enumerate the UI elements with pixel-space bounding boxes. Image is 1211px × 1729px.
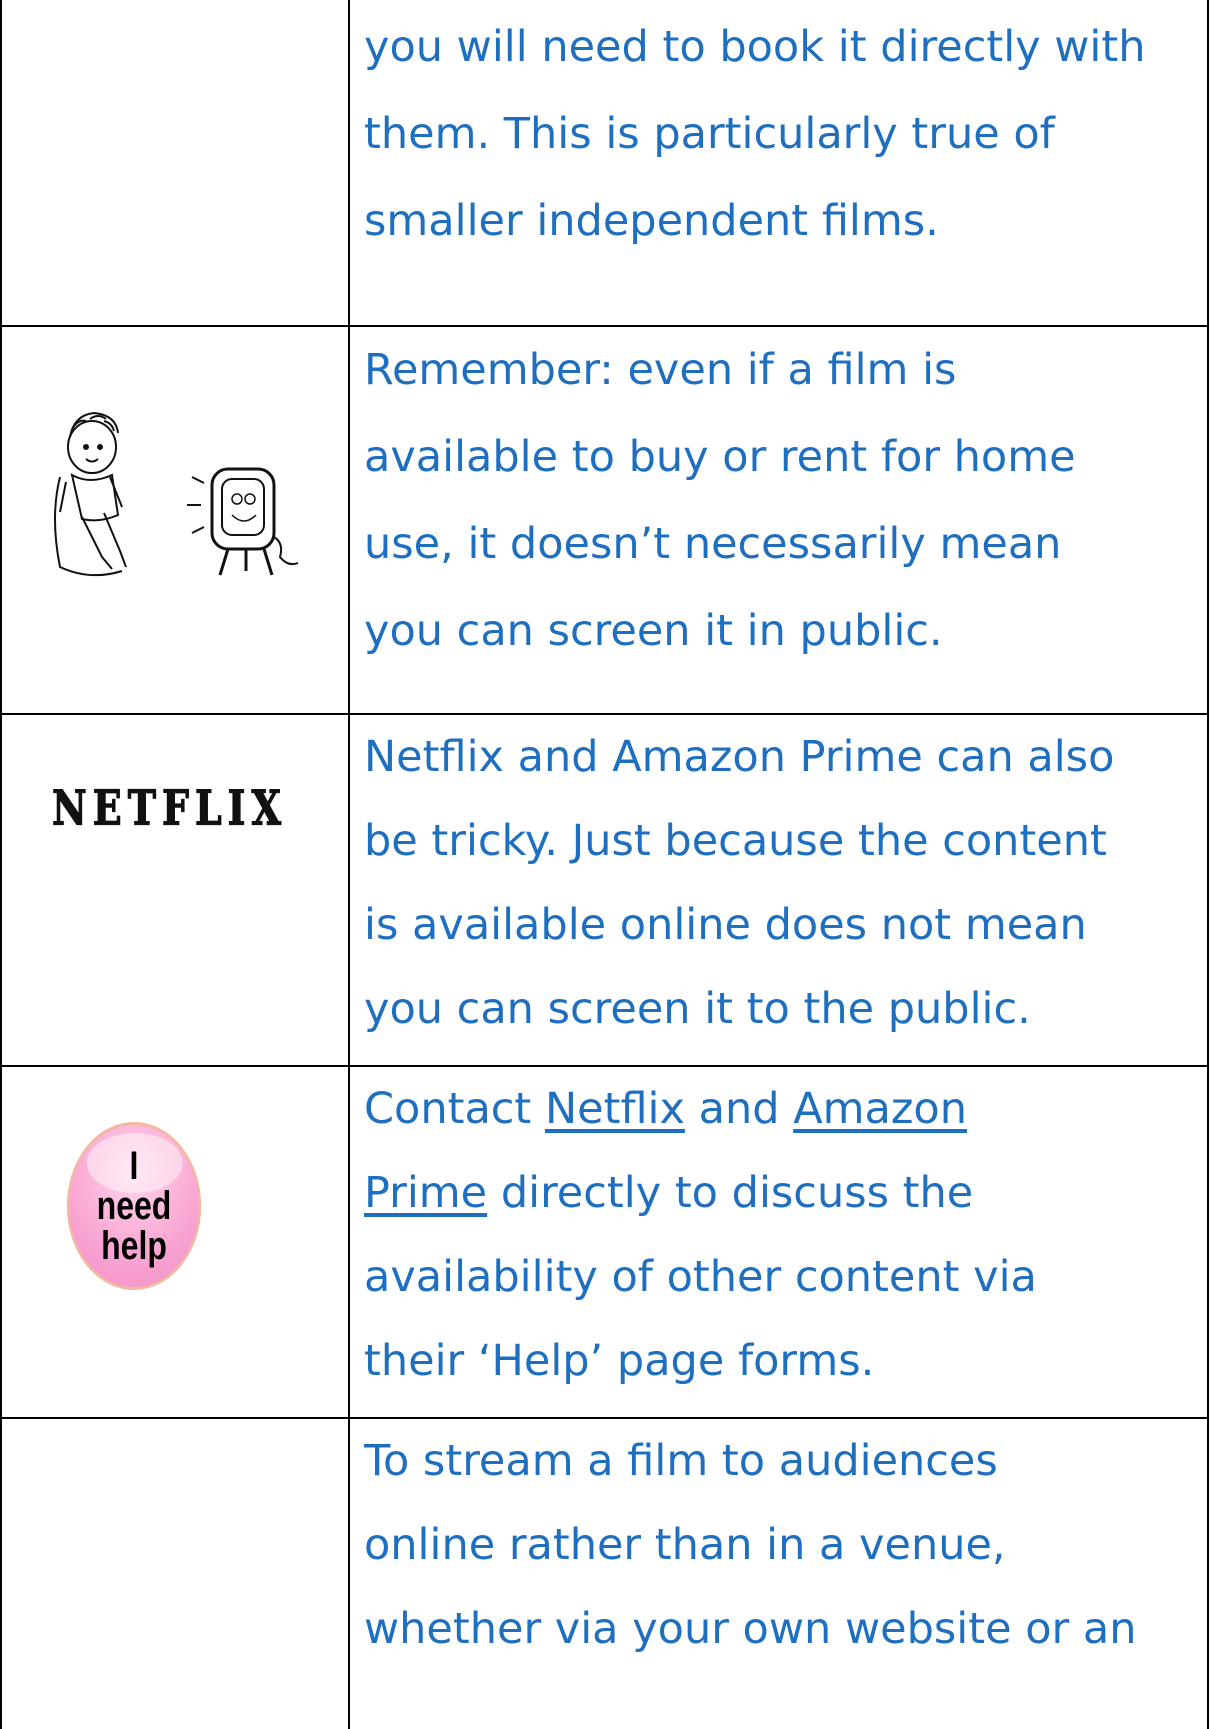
text-line: availability of other content via — [364, 1252, 1037, 1302]
text-line: available to buy or rent for home — [364, 432, 1076, 482]
help-word: I — [129, 1144, 139, 1188]
row-text: you will need to book it directly with t… — [350, 0, 1207, 325]
text-line: you can screen it in public. — [364, 606, 943, 656]
table-row: To stream a film to audiences online rat… — [2, 1419, 1207, 1729]
content-table: you will need to book it directly with t… — [0, 0, 1209, 1729]
help-word: help — [101, 1224, 167, 1268]
icon-cell-empty — [2, 0, 350, 325]
text-line: use, it doesn’t necessarily mean — [364, 519, 1062, 569]
text-line: To stream a film to audiences — [364, 1436, 998, 1486]
amazon-link-part2[interactable]: Prime — [364, 1168, 487, 1218]
amazon-link-part1[interactable]: Amazon — [793, 1084, 967, 1134]
text-line: is available online does not mean — [364, 900, 1087, 950]
row-text: Netflix and Amazon Prime can also be tri… — [350, 715, 1207, 1065]
text-line: whether via your own website or an — [364, 1604, 1137, 1654]
netflix-link[interactable]: Netflix — [545, 1084, 685, 1134]
table-row: Remember: even if a film is available to… — [2, 327, 1207, 715]
text-line: be tricky. Just because the content — [364, 816, 1107, 866]
table-row: NETFLIX Netflix and Amazon Prime can als… — [2, 715, 1207, 1067]
text-line: Contact Netflix and Amazon — [364, 1067, 1197, 1151]
text-fragment: Contact — [364, 1084, 545, 1134]
icon-cell-empty — [2, 1419, 350, 1729]
help-word: need — [96, 1184, 172, 1228]
text-line: Prime directly to discuss the — [364, 1151, 1197, 1235]
text-line: Remember: even if a film is — [364, 345, 957, 395]
netflix-logo: NETFLIX — [52, 779, 287, 837]
row-text: To stream a film to audiences online rat… — [350, 1419, 1207, 1729]
text-line: you will need to book it directly with — [364, 22, 1146, 72]
row-text: Remember: even if a film is available to… — [350, 327, 1207, 713]
table-row: I need help Contact Netflix and Amazon P… — [2, 1067, 1207, 1419]
icon-cell — [2, 327, 350, 713]
text-line: them. This is particularly true of — [364, 109, 1055, 159]
text-line: you can screen it to the public. — [364, 984, 1031, 1034]
table-row: you will need to book it directly with t… — [2, 0, 1207, 327]
icon-cell: I need help — [2, 1067, 350, 1417]
person-watching-tv-icon — [54, 411, 299, 577]
text-line: their ‘Help’ page forms. — [364, 1336, 875, 1386]
text-line: online rather than in a venue, — [364, 1520, 1006, 1570]
text-line: Netflix and Amazon Prime can also — [364, 732, 1115, 782]
icon-cell: NETFLIX — [2, 715, 350, 1065]
i-need-help-icon: I need help — [66, 1122, 202, 1290]
text-fragment: and — [684, 1084, 794, 1134]
text-fragment: directly to discuss the — [487, 1168, 974, 1218]
text-line: smaller independent films. — [364, 196, 939, 246]
row-text: Contact Netflix and Amazon Prime directl… — [350, 1067, 1207, 1417]
